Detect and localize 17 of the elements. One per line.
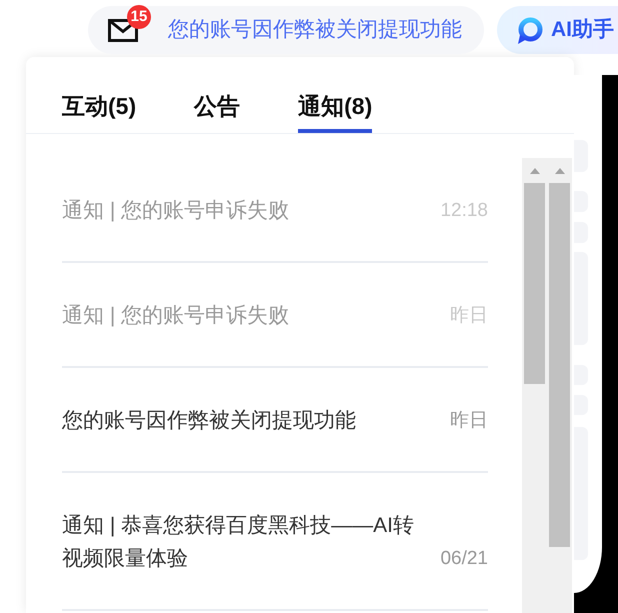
scrollbar-thumb[interactable] [549,183,570,547]
scrollbar-thumb[interactable] [524,183,545,384]
message-banner[interactable]: 15 您的账号因作弊被关闭提现功能 [88,6,484,54]
notification-title[interactable]: 您的账号因作弊被关闭提现功能 [62,404,442,437]
notification-time: 06/21 [440,547,488,571]
assistant-button[interactable]: AI助手 [497,6,618,54]
scrollbar[interactable] [547,158,572,613]
chat-bubble-icon [516,16,543,44]
unread-badge: 15 [127,5,151,29]
tab[interactable]: 通知(8) [298,94,372,133]
scrollbar[interactable] [522,158,547,613]
tab[interactable]: 公告 [194,94,240,133]
notification-title[interactable]: 通知 | 恭喜您获得百度黑科技——AI转视频限量体验 [62,509,432,575]
notification-time: 昨日 [450,409,488,433]
tab[interactable]: 互动(5) [62,94,136,133]
scroll-up-icon[interactable] [530,168,540,174]
scroll-up-icon[interactable] [554,168,564,174]
